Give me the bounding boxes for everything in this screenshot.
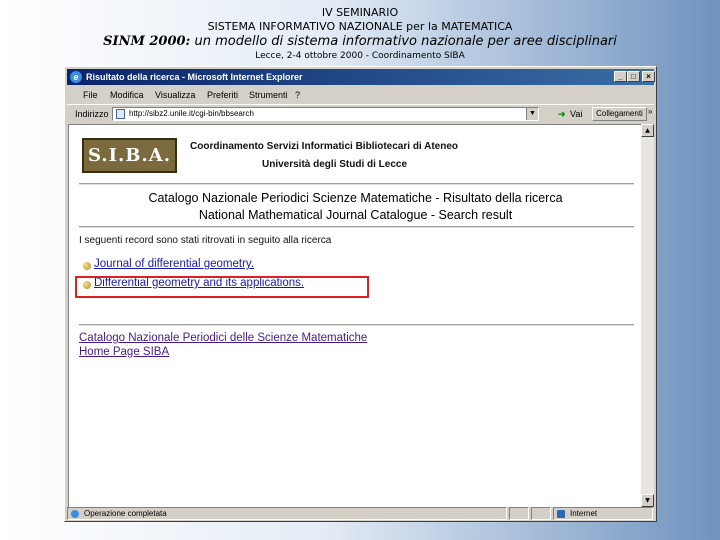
siba-home-link[interactable]: Home Page SIBA: [79, 346, 169, 358]
status-cell: [531, 507, 551, 520]
seminar-title: IV SEMINARIO: [321, 6, 399, 19]
title-bar: e Risultato della ricerca - Microsoft In…: [67, 69, 655, 85]
menu-preferiti[interactable]: Preferiti: [207, 86, 238, 104]
status-cell: [509, 507, 529, 520]
maximize-button[interactable]: □: [627, 71, 640, 82]
scroll-down-icon[interactable]: ▼: [641, 494, 654, 507]
scroll-up-icon[interactable]: ▲: [641, 124, 654, 137]
page-icon: [116, 109, 125, 119]
catalog-title-en: National Mathematical Journal Catalogue …: [198, 208, 513, 222]
bullet-icon: [83, 262, 91, 270]
status-bar: Operazione completata Internet: [67, 507, 654, 520]
university-name: Università degli Studi di Lecce: [262, 159, 408, 170]
address-url: http://sibz2.unile.it/cgi-bin/bbsearch: [129, 109, 254, 118]
divider: [79, 324, 634, 326]
page-done-icon: [71, 510, 79, 518]
close-button[interactable]: ×: [642, 71, 655, 82]
seminar-theme-label: SINM 2000:: [103, 34, 191, 49]
links-button[interactable]: Collegamenti: [592, 107, 647, 121]
go-arrow-icon[interactable]: ➜: [558, 109, 566, 120]
siba-logo: S.I.B.A.: [82, 138, 177, 173]
internet-explorer-icon: e: [70, 71, 82, 83]
internet-zone-icon: [557, 510, 565, 518]
zone-text: Internet: [570, 509, 598, 518]
status-text: Operazione completata: [84, 509, 167, 518]
vertical-scrollbar[interactable]: ▲ ▼: [641, 124, 654, 507]
seminar-theme-text: un modello di sistema informativo nazion…: [190, 34, 617, 49]
seminar-venue: Lecce, 2-4 ottobre 2000 - Coordinamento …: [255, 51, 465, 61]
menu-help[interactable]: ?: [295, 86, 300, 104]
address-input[interactable]: http://sibz2.unile.it/cgi-bin/bbsearch ▼: [112, 107, 539, 121]
minimize-button[interactable]: _: [614, 71, 627, 82]
seminar-theme: SINM 2000: un modello di sistema informa…: [0, 34, 720, 50]
menu-visualizza[interactable]: Visualizza: [155, 86, 195, 104]
page-content: S.I.B.A. Coordinamento Servizi Informati…: [68, 124, 641, 507]
highlight-box: [75, 276, 369, 298]
chevron-more-icon[interactable]: »: [648, 107, 652, 116]
seminar-subtitle: SISTEMA INFORMATIVO NAZIONALE per la MAT…: [207, 20, 513, 33]
address-label: Indirizzo: [75, 109, 109, 119]
results-intro: I seguenti record sono stati ritrovati i…: [79, 235, 332, 246]
divider: [79, 183, 634, 185]
status-cell: Operazione completata: [67, 507, 507, 520]
menu-file[interactable]: File: [83, 86, 98, 104]
menu-modifica[interactable]: Modifica: [110, 86, 144, 104]
address-dropdown-icon[interactable]: ▼: [526, 108, 538, 120]
menu-strumenti[interactable]: Strumenti: [249, 86, 288, 104]
window-title: Risultato della ricerca - Microsoft Inte…: [86, 72, 303, 82]
org-name: Coordinamento Servizi Informatici Biblio…: [190, 141, 459, 152]
address-bar: Indirizzo http://sibz2.unile.it/cgi-bin/…: [67, 104, 654, 125]
browser-window: e Risultato della ricerca - Microsoft In…: [64, 66, 657, 522]
divider: [79, 226, 634, 228]
catalog-home-link[interactable]: Catalogo Nazionale Periodici delle Scien…: [79, 332, 367, 344]
zone-cell: Internet: [553, 507, 653, 520]
menu-bar: File Modifica Visualizza Preferiti Strum…: [67, 86, 654, 104]
catalog-title-it: Catalogo Nazionale Periodici Scienze Mat…: [148, 191, 563, 205]
go-button[interactable]: Vai: [570, 109, 582, 119]
result-link-1[interactable]: Journal of differential geometry.: [94, 258, 254, 270]
